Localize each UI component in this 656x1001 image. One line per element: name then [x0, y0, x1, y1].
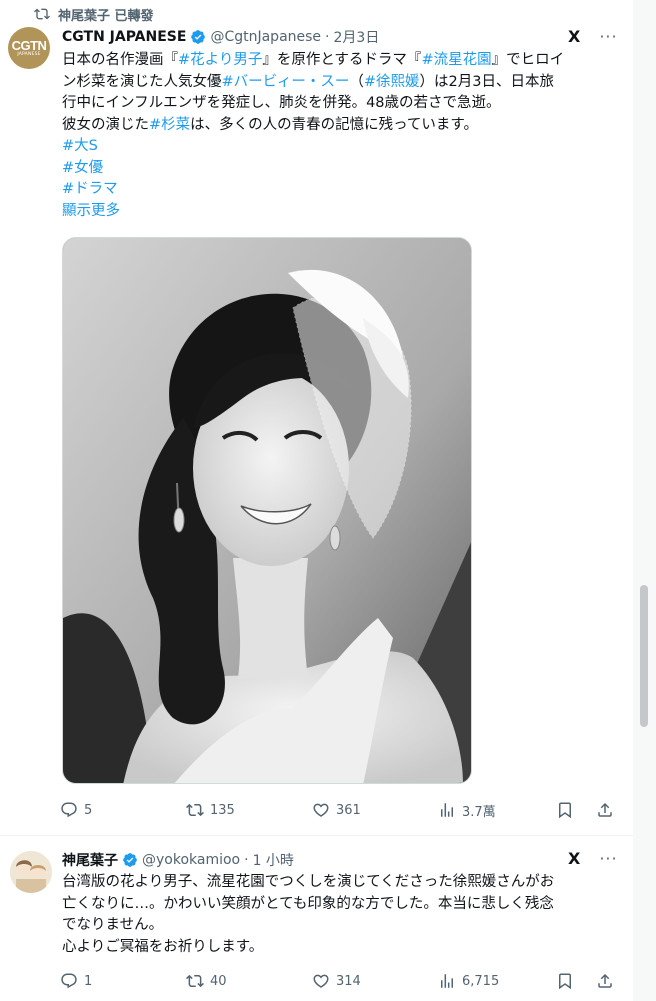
share-icon[interactable] — [596, 801, 614, 819]
bookmark-icon[interactable] — [556, 801, 574, 819]
scrollbar-thumb[interactable] — [640, 585, 648, 727]
tweet-text-line: ン杉菜を演じた人気女優#バービィー・スー（#徐熙媛）は2月3日、日本旅 — [62, 72, 564, 94]
views-count: 6,715 — [462, 973, 500, 989]
tweet-text: 台湾版の花より男子、流星花園でつくしを演じてくださった徐熙媛さんがお 亡くなりに… — [62, 872, 554, 958]
reply-button[interactable]: 1 — [60, 972, 92, 990]
tweet-text-segment: （ — [349, 73, 364, 90]
avatar-image — [10, 851, 52, 893]
tweet-text-segment: 日本の名作漫画『 — [62, 52, 178, 68]
tweet-text-line: 彼女の演じた#杉菜は、多くの人の青春の記憶に残っています。 — [62, 115, 564, 137]
repost-count: 40 — [210, 973, 227, 989]
tweet-yokokamio[interactable]: 神尾葉子 @yokokamioo · 1 小時 X ··· 台湾版の花より男子、… — [0, 837, 633, 1001]
retweet-context[interactable]: 神尾葉子 已轉發 — [34, 4, 154, 24]
tweet-text-line: #大S — [62, 136, 564, 158]
heart-icon — [313, 974, 329, 988]
avatar-logo-text: CGTN — [11, 37, 47, 53]
bookmark-icon[interactable] — [556, 972, 574, 990]
hashtag-link[interactable]: #ドラマ — [62, 181, 118, 197]
author-handle[interactable]: @yokokamioo — [142, 852, 240, 868]
tweet-text-segment: 行中にインフルエンザを発症し、肺炎を併発。48歳の若さで急逝。 — [62, 95, 501, 111]
tweet-text-line: 亡くなりに…。かわいい笑顔がとても印象的な方でした。本当に悲しく残念 — [62, 895, 554, 912]
views-chart-icon — [441, 803, 453, 817]
tweet-actions: 1 40 314 6,715 — [60, 970, 620, 992]
reply-icon — [61, 802, 77, 818]
tweet-text-segment: 彼女の演じた — [62, 116, 149, 133]
secondary-actions — [556, 801, 614, 819]
tweet-header: 神尾葉子 @yokokamioo · 1 小時 — [62, 850, 294, 870]
more-options-icon[interactable]: ··· — [599, 27, 617, 46]
tweet-text-line: 心よりご冥福をお祈りします。 — [62, 938, 264, 955]
tweet-text-segment: は、多くの人の青春の記憶に残っています。 — [190, 116, 478, 133]
hashtag-link[interactable]: #女優 — [62, 160, 103, 176]
grok-icon[interactable]: X — [568, 27, 580, 46]
retweet-icon — [34, 8, 50, 20]
reply-count: 5 — [84, 802, 93, 818]
author-name[interactable]: CGTN JAPANESE — [62, 29, 186, 45]
reply-count: 1 — [84, 973, 93, 989]
tweet-text-line: #ドラマ — [62, 179, 564, 201]
author-handle[interactable]: @CgtnJapanese — [210, 29, 321, 45]
author-name[interactable]: 神尾葉子 — [62, 850, 118, 870]
reply-button[interactable]: 5 — [60, 801, 92, 819]
reply-icon — [61, 973, 77, 989]
hashtag-link[interactable]: #徐熙媛 — [364, 74, 420, 90]
repost-icon — [186, 803, 204, 817]
header-separator: · — [244, 852, 249, 868]
verified-badge-icon — [123, 853, 137, 867]
repost-button[interactable]: 40 — [186, 972, 227, 990]
tweet-text: 日本の名作漫画『#花より男子』を原作とするドラマ『#流星花園』でヒロイ ン杉菜を演… — [62, 50, 564, 222]
timeline: 神尾葉子 已轉發 CGTN JAPANESE CGTN JAPANESE @Cg… — [0, 0, 633, 1001]
tweet-text-line: 行中にインフルエンザを発症し、肺炎を併発。48歳の若さで急逝。 — [62, 93, 564, 115]
tweet-text-line: 顯示更多 — [62, 201, 564, 223]
hashtag-link[interactable]: #流星花園 — [421, 52, 491, 68]
like-count: 361 — [336, 802, 361, 818]
views-count: 3.7萬 — [462, 804, 496, 820]
tweet-text-segment: ン杉菜を演じた人気女優 — [62, 73, 222, 90]
tweet-text-line: 台湾版の花より男子、流星花園でつくしを演じてくださった徐熙媛さんがお — [62, 874, 555, 890]
like-button[interactable]: 314 — [312, 972, 361, 990]
tweet-tools: X ··· — [568, 849, 618, 868]
heart-icon — [313, 803, 329, 817]
tweet-text-segment: ）は2月3日、日本旅 — [419, 73, 554, 90]
tweet-actions: 5 135 361 3.7萬 — [60, 799, 620, 821]
show-more-link[interactable]: 顯示更多 — [62, 203, 120, 219]
scrollbar[interactable] — [633, 0, 656, 1001]
header-separator: · — [325, 29, 330, 45]
tweet-cgtn[interactable]: 神尾葉子 已轉發 CGTN JAPANESE CGTN JAPANESE @Cg… — [0, 0, 633, 836]
verified-badge-icon — [191, 30, 206, 44]
avatar[interactable] — [10, 851, 52, 893]
like-count: 314 — [336, 973, 361, 989]
share-icon[interactable] — [596, 972, 614, 990]
more-options-icon[interactable]: ··· — [599, 849, 617, 868]
avatar-logo-subtext: JAPANESE — [17, 51, 41, 57]
hashtag-link[interactable]: #花より男子 — [178, 52, 262, 68]
like-button[interactable]: 361 — [312, 801, 361, 819]
tweet-text-line: #女優 — [62, 158, 564, 180]
repost-button[interactable]: 135 — [186, 801, 235, 819]
timestamp[interactable]: 1 小時 — [253, 850, 294, 870]
tweet-text-segment: 』でヒロイ — [491, 52, 565, 68]
hashtag-link[interactable]: #大S — [62, 138, 98, 154]
views-button[interactable]: 3.7萬 — [438, 801, 496, 820]
timestamp[interactable]: 2月3日 — [334, 27, 380, 47]
tweet-text-segment: 』を原作とするドラマ『 — [262, 52, 422, 68]
portrait-image — [63, 238, 471, 783]
tweet-photo[interactable] — [62, 237, 472, 784]
views-chart-icon — [441, 974, 453, 988]
tweet-text-line: 日本の名作漫画『#花より男子』を原作とするドラマ『#流星花園』でヒロイ — [62, 50, 564, 72]
tweet-tools: X ··· — [568, 27, 618, 46]
repost-icon — [186, 974, 204, 988]
tweet-text-line: でなりません。 — [62, 917, 164, 933]
avatar[interactable]: CGTN JAPANESE — [8, 27, 50, 69]
repost-count: 135 — [210, 802, 235, 818]
secondary-actions — [556, 972, 614, 990]
grok-icon[interactable]: X — [568, 849, 580, 868]
hashtag-link[interactable]: #バービィー・スー — [222, 74, 350, 90]
retweet-context-label: 神尾葉子 已轉發 — [58, 8, 154, 24]
hashtag-link[interactable]: #杉菜 — [149, 117, 190, 133]
views-button[interactable]: 6,715 — [438, 972, 499, 990]
tweet-header: CGTN JAPANESE @CgtnJapanese · 2月3日 — [62, 27, 379, 47]
